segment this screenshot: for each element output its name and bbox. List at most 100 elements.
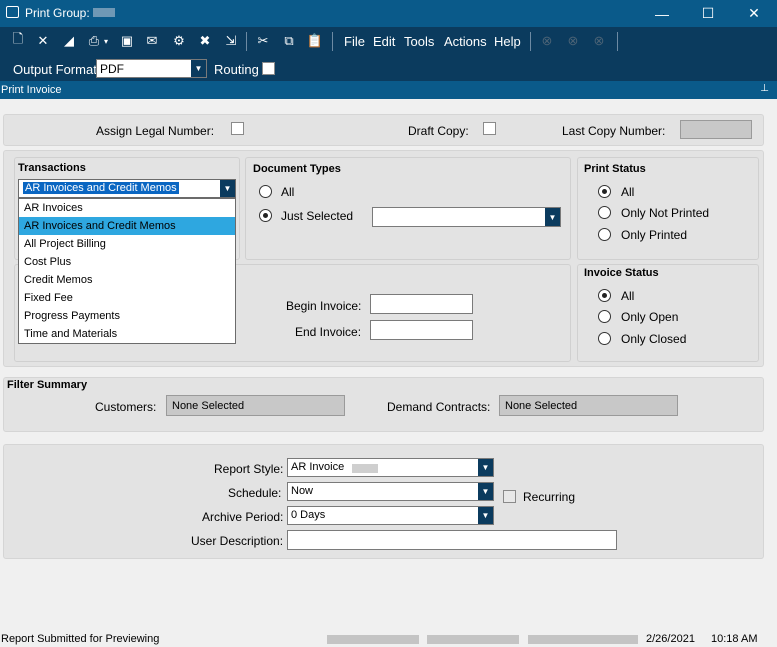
last-copy-number-field	[680, 120, 752, 139]
transactions-select[interactable]: AR Invoices and Credit Memos ▼	[18, 179, 236, 198]
user-description-field[interactable]	[287, 530, 617, 550]
preview-icon[interactable]: ▣	[118, 32, 136, 50]
dropdown-option-time-and-materials[interactable]: Time and Materials	[19, 325, 235, 343]
begin-invoice-label: Begin Invoice:	[286, 299, 362, 313]
print-status-not-printed-label: Only Not Printed	[621, 206, 710, 220]
document-types-all-label: All	[281, 185, 295, 199]
menu-actions[interactable]: Actions	[444, 34, 487, 49]
print-status-group: Print Status All Only Not Printed Only P…	[577, 157, 759, 260]
filter-summary-header: Filter Summary	[7, 379, 88, 391]
pin-icon[interactable]: ⊥	[760, 83, 769, 94]
window-title: Print Group:	[25, 6, 90, 20]
copy-icon[interactable]: ⧉	[280, 32, 298, 50]
print-settings-icon[interactable]: ⚙	[170, 32, 188, 50]
output-format-value: PDF	[100, 62, 124, 76]
invoice-status-closed-radio[interactable]	[598, 332, 611, 345]
assign-legal-number-checkbox[interactable]	[231, 122, 244, 135]
transactions-dropdown-list: AR Invoices AR Invoices and Credit Memos…	[18, 198, 236, 344]
schedule-select[interactable]: Now ▼	[287, 482, 494, 501]
disabled-action-icon: ⊗	[541, 33, 553, 48]
status-time: 10:18 AM	[711, 633, 758, 645]
invoice-status-all-label: All	[621, 289, 635, 303]
print-status-all-radio[interactable]	[598, 185, 611, 198]
transactions-selected-value: AR Invoices and Credit Memos	[23, 182, 179, 194]
recurring-label: Recurring	[523, 490, 576, 504]
status-date: 2/26/2021	[646, 633, 695, 645]
invoice-status-open-radio[interactable]	[598, 310, 611, 323]
maximize-button[interactable]: ☐	[685, 0, 731, 27]
draft-copy-checkbox[interactable]	[483, 122, 496, 135]
printer-icon[interactable]: ⎙	[85, 32, 103, 50]
printer-dropdown-icon[interactable]: ▾	[102, 32, 110, 50]
filter-summary-panel: Filter Summary Customers: None Selected …	[3, 377, 764, 432]
menu-file[interactable]: File	[344, 34, 365, 49]
invoice-status-all-radio[interactable]	[598, 289, 611, 302]
toolbar-separator	[332, 32, 333, 51]
section-title: Print Invoice	[1, 84, 62, 96]
minimize-button[interactable]: —	[639, 0, 685, 27]
archive-period-select[interactable]: 0 Days ▼	[287, 506, 494, 525]
eraser-icon[interactable]: ◢	[60, 32, 78, 50]
chevron-down-icon[interactable]: ▼	[478, 483, 493, 500]
export-icon[interactable]: ⇲	[222, 32, 240, 50]
chevron-down-icon[interactable]: ▼	[191, 60, 206, 77]
user-description-label: User Description:	[191, 534, 284, 548]
print-status-printed-radio[interactable]	[598, 228, 611, 241]
menu-help[interactable]: Help	[494, 34, 521, 49]
app-icon	[6, 6, 19, 18]
invoice-status-open-label: Only Open	[621, 310, 679, 324]
tools-icon[interactable]: ✖	[196, 32, 214, 50]
document-types-select[interactable]: ▼	[372, 207, 561, 227]
print-status-all-label: All	[621, 185, 635, 199]
dropdown-option-progress-payments[interactable]: Progress Payments	[19, 307, 235, 325]
archive-period-value: 0 Days	[291, 509, 326, 521]
status-bar: Report Submitted for Previewing 2/26/202…	[0, 631, 777, 647]
recurring-checkbox[interactable]	[503, 490, 516, 503]
chevron-down-icon[interactable]: ▼	[220, 180, 235, 197]
chevron-down-icon[interactable]: ▼	[478, 459, 493, 476]
dropdown-option-ar-invoices[interactable]: AR Invoices	[19, 199, 235, 217]
dropdown-option-cost-plus[interactable]: Cost Plus	[19, 253, 235, 271]
invoice-status-closed-label: Only Closed	[621, 332, 687, 346]
dropdown-option-credit-memos[interactable]: Credit Memos	[19, 271, 235, 289]
disabled-action-icon: ⊗	[567, 33, 579, 48]
document-types-all-radio[interactable]	[259, 185, 272, 198]
dropdown-option-fixed-fee[interactable]: Fixed Fee	[19, 289, 235, 307]
print-status-printed-label: Only Printed	[621, 228, 688, 242]
new-icon[interactable]: 🗋	[9, 31, 27, 50]
redacted-text	[427, 635, 519, 644]
report-style-select[interactable]: AR Invoice ▼	[287, 458, 494, 477]
routing-checkbox[interactable]	[262, 62, 275, 75]
redacted-text	[327, 635, 419, 644]
begin-invoice-field[interactable]	[370, 294, 473, 314]
report-style-label: Report Style:	[214, 462, 284, 476]
output-format-select[interactable]: PDF ▼	[96, 59, 207, 78]
menu-tools[interactable]: Tools	[404, 34, 434, 49]
output-format-label: Output Format:	[13, 62, 101, 77]
section-header: Print Invoice ⊥	[0, 81, 777, 99]
demand-contracts-field: None Selected	[499, 395, 678, 416]
paste-icon[interactable]: 📋	[306, 32, 324, 50]
print-status-not-printed-radio[interactable]	[598, 206, 611, 219]
title-bar: Print Group: — ☐ ✕	[0, 0, 777, 27]
demand-contracts-label: Demand Contracts:	[387, 400, 491, 414]
delete-icon[interactable]: ✕	[34, 32, 52, 50]
document-types-just-selected-radio[interactable]	[259, 209, 272, 222]
document-types-just-selected-label: Just Selected	[281, 209, 354, 223]
report-options-panel: Report Style: AR Invoice ▼ Schedule: Now…	[3, 444, 764, 559]
cut-icon[interactable]: ✂	[254, 32, 272, 50]
transactions-header: Transactions	[18, 162, 86, 174]
menu-edit[interactable]: Edit	[373, 34, 395, 49]
assign-legal-number-label: Assign Legal Number:	[96, 124, 215, 138]
dropdown-option-ar-invoices-credit-memos[interactable]: AR Invoices and Credit Memos	[19, 217, 235, 235]
legal-copy-panel: Assign Legal Number: Draft Copy: Last Co…	[3, 114, 764, 146]
dropdown-option-all-project-billing[interactable]: All Project Billing	[19, 235, 235, 253]
chevron-down-icon[interactable]: ▼	[478, 507, 493, 524]
redacted-text	[352, 464, 378, 473]
redacted-title	[93, 8, 115, 17]
toolbar-separator	[617, 32, 618, 51]
email-icon[interactable]: ✉	[143, 32, 161, 50]
close-button[interactable]: ✕	[731, 0, 777, 27]
chevron-down-icon[interactable]: ▼	[545, 208, 560, 226]
end-invoice-field[interactable]	[370, 320, 473, 340]
